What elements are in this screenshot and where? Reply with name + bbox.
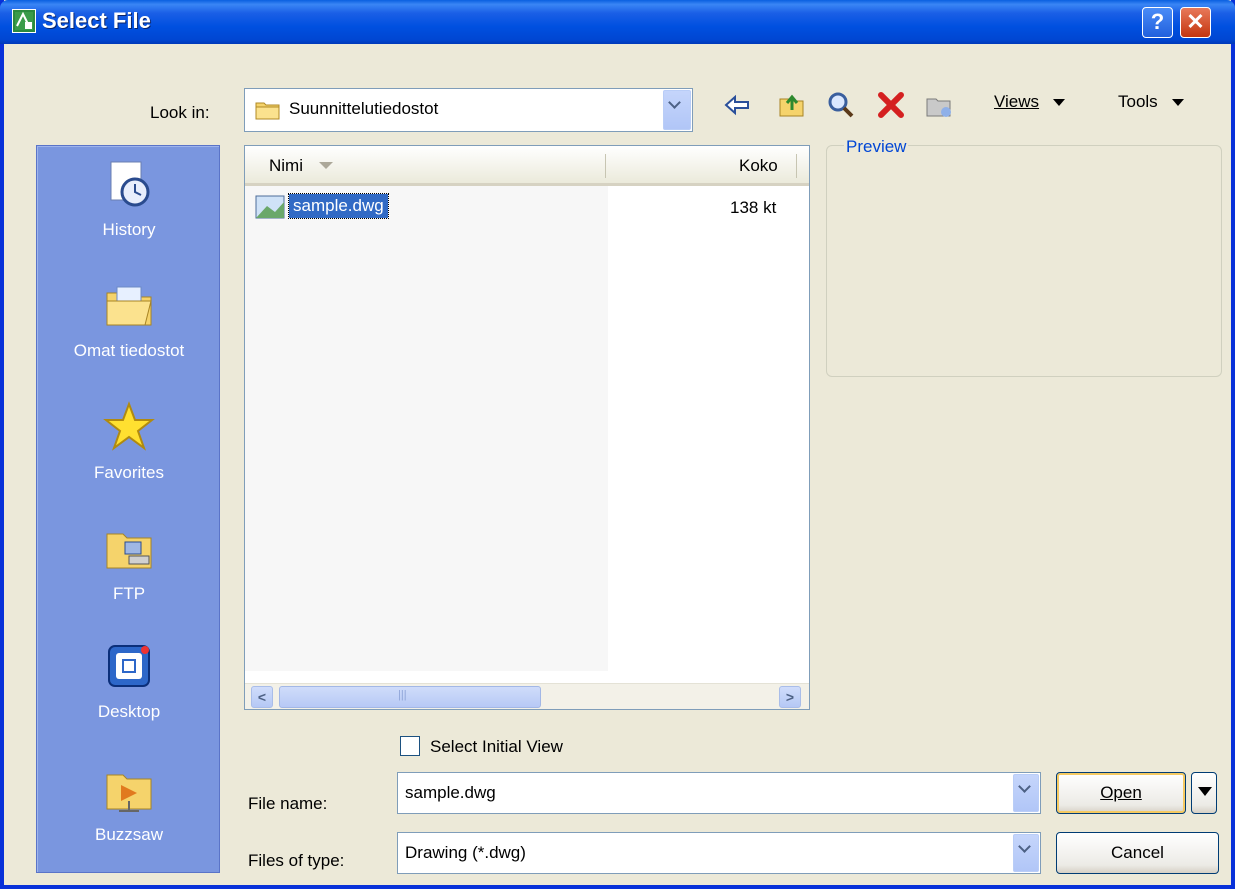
up-folder-icon[interactable]	[777, 90, 807, 120]
name-column-bg	[245, 186, 608, 671]
places-item-favorites[interactable]: Favorites	[37, 401, 221, 483]
places-label-favorites: Favorites	[94, 463, 164, 482]
open-options-button[interactable]	[1191, 772, 1217, 814]
places-label-ftp: FTP	[112, 584, 146, 603]
look-in-label: Look in:	[150, 103, 210, 122]
places-label-history: History	[102, 220, 156, 239]
favorites-icon	[103, 401, 155, 453]
file-name-value: sample.dwg	[405, 783, 496, 802]
search-web-icon[interactable]	[826, 90, 856, 120]
places-item-history[interactable]: History	[37, 158, 221, 240]
dwg-file-icon	[255, 194, 285, 220]
my-documents-icon	[103, 279, 155, 331]
folder-icon	[255, 99, 281, 121]
scroll-left-icon[interactable]: <	[251, 686, 273, 708]
column-header-size[interactable]: Koko	[739, 156, 778, 176]
file-list[interactable]: Nimi Koko sample.dwg 138 kt < >	[244, 145, 810, 710]
look-in-value: Suunnittelutiedostot	[289, 99, 439, 118]
column-header-name[interactable]: Nimi	[269, 156, 303, 176]
file-name-label: File name:	[248, 794, 328, 813]
back-icon[interactable]	[722, 90, 752, 120]
places-item-desktop[interactable]: Desktop	[37, 640, 221, 722]
places-item-omat-tiedostot[interactable]: Omat tiedostot	[37, 279, 221, 361]
places-item-buzzsaw[interactable]: Buzzsaw	[37, 763, 221, 845]
places-bar: History Omat tiedostot Favorites FTP Des…	[36, 145, 220, 873]
files-of-type-dropdown-arrow[interactable]	[1013, 834, 1039, 872]
places-item-ftp[interactable]: FTP	[37, 522, 221, 604]
column-header: Nimi Koko	[245, 146, 809, 186]
files-of-type-label: Files of type:	[248, 851, 345, 870]
file-name-combo[interactable]: sample.dwg	[397, 772, 1041, 814]
column-divider[interactable]	[796, 154, 797, 178]
open-button[interactable]: Open	[1056, 772, 1186, 814]
places-label-desktop: Desktop	[97, 702, 161, 721]
select-file-dialog: Select File ? ✕ Look in: Suunnittelutied…	[0, 0, 1235, 889]
cancel-button[interactable]: Cancel	[1056, 832, 1219, 874]
file-name-dropdown-arrow[interactable]	[1013, 774, 1039, 812]
preview-label: Preview	[844, 137, 909, 157]
ftp-icon	[103, 522, 155, 574]
create-folder-icon[interactable]	[924, 90, 954, 120]
file-size: 138 kt	[730, 198, 777, 217]
scroll-right-icon[interactable]: >	[779, 686, 801, 708]
places-label-omat-tiedostot: Omat tiedostot	[73, 341, 185, 360]
views-dropdown-icon	[1053, 99, 1066, 107]
look-in-dropdown-arrow[interactable]	[663, 90, 691, 130]
close-button[interactable]: ✕	[1180, 7, 1211, 38]
files-of-type-combo[interactable]: Drawing (*.dwg)	[397, 832, 1041, 874]
help-button[interactable]: ?	[1142, 7, 1173, 38]
desktop-icon	[103, 640, 155, 692]
open-options-arrow-icon	[1198, 787, 1212, 796]
select-initial-view-label: Select Initial View	[430, 737, 563, 756]
column-divider[interactable]	[605, 154, 606, 178]
views-menu[interactable]: Views	[994, 92, 1066, 112]
scroll-thumb[interactable]	[279, 686, 541, 708]
preview-box	[826, 145, 1222, 377]
tools-menu[interactable]: Tools	[1118, 92, 1184, 112]
look-in-combo[interactable]: Suunnittelutiedostot	[244, 88, 693, 132]
size-column-bg	[608, 186, 809, 671]
sort-descending-icon	[319, 162, 333, 169]
tools-dropdown-icon	[1171, 99, 1184, 107]
horizontal-scrollbar[interactable]: < >	[245, 683, 809, 709]
file-name: sample.dwg	[288, 193, 389, 219]
files-of-type-value: Drawing (*.dwg)	[405, 843, 526, 862]
buzzsaw-icon	[103, 763, 155, 815]
places-label-buzzsaw: Buzzsaw	[94, 825, 164, 844]
select-initial-view-checkbox[interactable]	[400, 736, 420, 756]
title-bar[interactable]: Select File ? ✕	[0, 0, 1235, 44]
delete-icon[interactable]	[876, 90, 906, 120]
autocad-app-icon	[12, 9, 36, 33]
window-title: Select File	[42, 8, 151, 33]
history-icon	[103, 158, 155, 210]
